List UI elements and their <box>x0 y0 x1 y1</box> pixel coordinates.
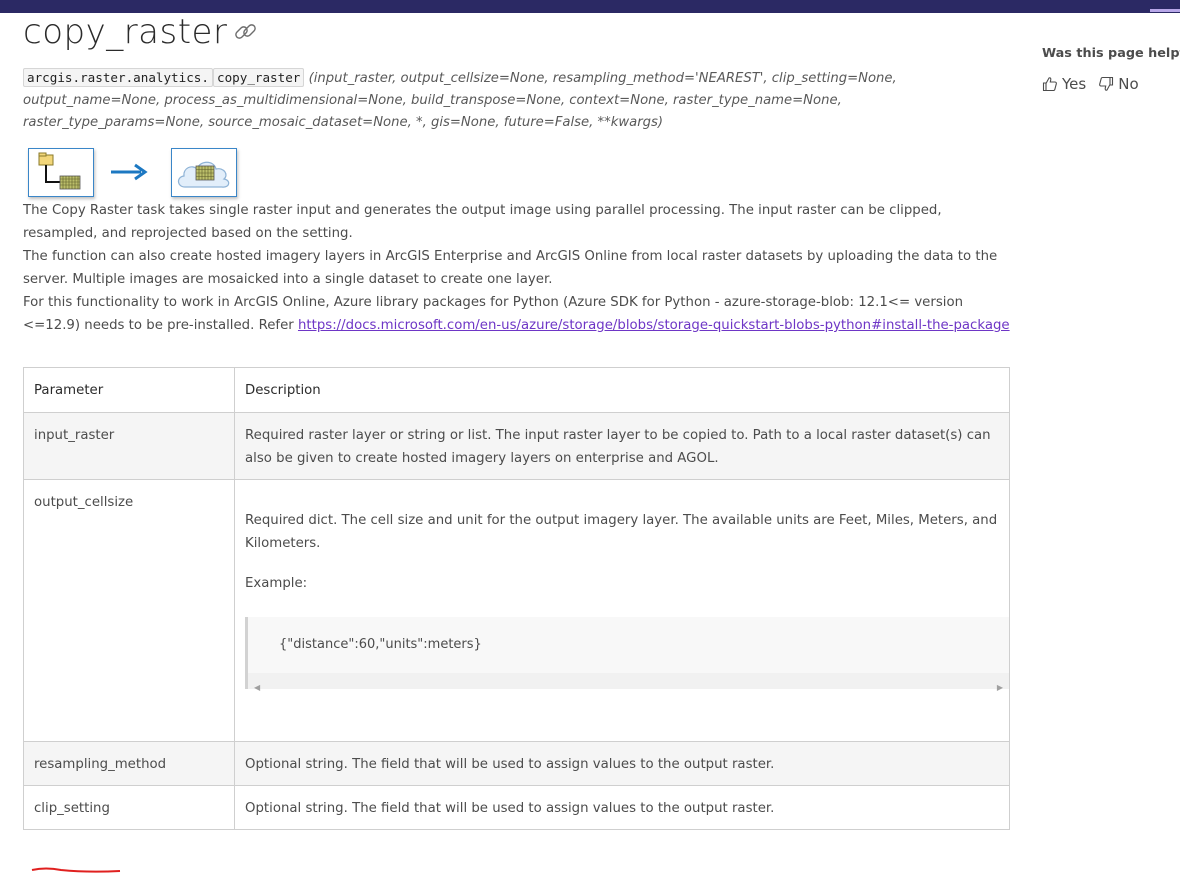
example-label: Example: <box>245 576 308 591</box>
table-row: clip_setting Optional string. The field … <box>23 785 1010 830</box>
parameters-table: Parameter Description input_raster Requi… <box>23 367 1010 830</box>
function-name: copy_raster <box>212 68 305 87</box>
param-description-cell: Required dict. The cell size and unit fo… <box>234 479 1010 742</box>
param-description: Optional string. The field that will be … <box>234 785 1010 830</box>
code-horizontal-scrollbar[interactable]: ◀ ▶ <box>248 673 1009 692</box>
input-raster-tree-icon <box>28 147 94 197</box>
red-annotation-underline <box>31 867 121 873</box>
header-parameter: Parameter <box>23 367 235 413</box>
description-paragraph-3: For this functionality to work in ArcGIS… <box>23 291 1013 337</box>
permalink-icon[interactable] <box>231 17 261 47</box>
feedback-yes-button[interactable]: Yes <box>1042 75 1086 93</box>
thumbs-up-icon <box>1042 77 1057 92</box>
example-code: {"distance":60,"units":meters} <box>279 637 482 652</box>
param-name: clip_setting <box>23 785 235 830</box>
param-name: input_raster <box>23 412 235 480</box>
feedback-no-label: No <box>1118 75 1139 93</box>
param-description: Required dict. The cell size and unit fo… <box>245 513 998 551</box>
table-header-row: Parameter Description <box>23 367 1010 413</box>
feedback-panel: Was this page helpful? Yes No <box>1042 46 1180 93</box>
page-title: copy_raster <box>23 12 228 52</box>
header-description: Description <box>234 367 1010 413</box>
description-paragraph-2: The function can also create hosted imag… <box>23 249 998 287</box>
feedback-question: Was this page helpful? <box>1042 46 1180 61</box>
title-row: copy_raster <box>23 13 1013 51</box>
cloud-raster-icon <box>171 147 237 197</box>
description-paragraph-1: The Copy Raster task takes single raster… <box>23 203 942 241</box>
arrow-right-icon <box>111 163 148 181</box>
topbar-accent <box>1150 9 1180 12</box>
feedback-yes-label: Yes <box>1062 75 1087 93</box>
table-row: input_raster Required raster layer or st… <box>23 412 1010 480</box>
param-name: resampling_method <box>23 741 235 786</box>
module-name: arcgis.raster.analytics. <box>23 68 213 87</box>
copy-raster-diagram <box>23 145 1013 199</box>
scroll-left-icon[interactable]: ◀ <box>254 676 260 699</box>
thumbs-down-icon <box>1099 76 1114 91</box>
scroll-right-icon[interactable]: ▶ <box>997 676 1003 699</box>
function-signature: arcgis.raster.analytics. copy_raster (inp… <box>23 67 1013 134</box>
feedback-no-button[interactable]: No <box>1098 75 1139 93</box>
param-description: Optional string. The field that will be … <box>234 741 1010 786</box>
table-row: output_cellsize Required dict. The cell … <box>23 479 1010 742</box>
table-row: resampling_method Optional string. The f… <box>23 741 1010 786</box>
feedback-buttons: Yes No <box>1042 75 1180 93</box>
azure-docs-link[interactable]: https://docs.microsoft.com/en-us/azure/s… <box>298 318 1010 333</box>
example-code-block[interactable]: {"distance":60,"units":meters} ◀ ▶ <box>245 617 1009 692</box>
param-name: output_cellsize <box>23 479 235 742</box>
main-content: copy_raster arcgis.raster.analytics. copy… <box>23 13 1013 830</box>
param-description: Required raster layer or string or list.… <box>234 412 1010 480</box>
